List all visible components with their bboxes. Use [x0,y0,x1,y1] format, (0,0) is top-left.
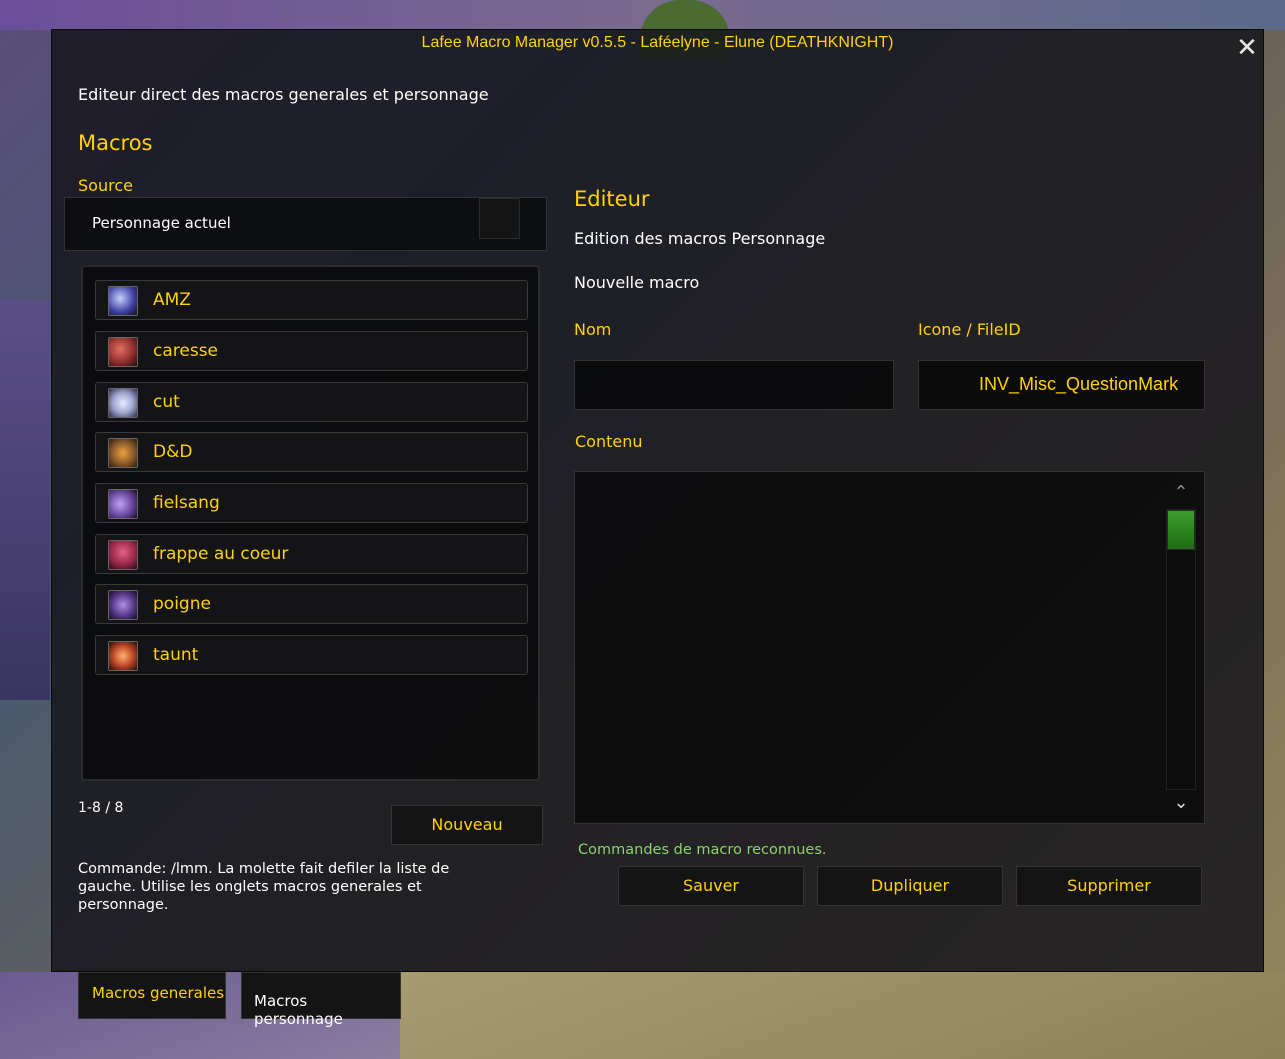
macro-label: caresse [153,341,219,361]
scrollbar-thumb[interactable] [1167,510,1195,550]
macro-label: poigne [153,594,211,614]
editor-heading: Editeur [574,187,650,211]
heart-strike-icon [108,540,138,570]
source-dropdown[interactable]: Personnage actuel [64,197,547,251]
icon-label: Icone / FileID [918,320,1021,339]
help-text: Commande: /lmm. La molette fait defiler … [78,861,450,913]
list-item[interactable]: D&D [95,432,528,472]
tab-macros-personnage[interactable]: Macros personnage [241,972,401,1028]
tab-label: Macros personnage [254,992,343,1028]
shadow-strike-icon [108,489,138,519]
duplicate-button[interactable]: Dupliquer [817,866,1003,906]
tab-macros-generales[interactable]: Macros generales [78,972,226,1019]
delete-button[interactable]: Supprimer [1016,866,1202,906]
content-label: Contenu [575,432,643,451]
macro-label: fielsang [153,493,220,513]
source-value: Personnage actuel [92,214,231,232]
tab-label: Macros generales [92,984,225,1002]
macro-label: frappe au coeur [153,544,289,564]
list-item[interactable]: taunt [95,635,528,675]
macro-list: AMZ caresse cut D&D fielsang frappe au c… [81,265,540,781]
blood-claw-icon [108,337,138,367]
frost-sphere-icon [108,388,138,418]
source-label: Source [78,176,133,195]
list-item[interactable]: frappe au coeur [95,534,528,574]
list-count: 1-8 / 8 [78,800,124,816]
scrollbar-track[interactable] [1166,509,1196,790]
macro-label: taunt [153,645,199,665]
background-bottom [400,972,1285,1059]
editor-state: Nouvelle macro [574,273,700,292]
macro-label: AMZ [153,290,191,310]
macro-label: D&D [153,442,193,462]
window-title: Lafee Macro Manager v0.5.5 - Laféelyne -… [421,34,894,51]
dark-command-icon [108,641,138,671]
name-field[interactable] [574,360,894,410]
icon-field-value: INV_Misc_QuestionMark [979,374,1179,394]
list-item[interactable]: poigne [95,584,528,624]
chevron-down-icon[interactable]: ⌄ [1167,792,1195,813]
death-and-decay-icon [108,438,138,468]
list-item[interactable]: fielsang [95,483,528,523]
chevron-up-icon[interactable]: ⌃ [1167,482,1195,503]
dropdown-toggle-button[interactable] [479,198,520,239]
close-icon[interactable]: ✕ [1235,35,1259,61]
macro-manager-window: Lafee Macro Manager v0.5.5 - Laféelyne -… [51,29,1264,972]
macros-heading: Macros [78,131,153,155]
icon-field[interactable]: INV_Misc_QuestionMark [918,360,1205,410]
page-subtitle: Editeur direct des macros generales et p… [78,85,489,104]
macro-label: cut [153,392,180,412]
new-macro-button[interactable]: Nouveau [391,805,543,845]
list-item[interactable]: cut [95,382,528,422]
content-textarea[interactable]: ⌃ ⌄ [574,471,1205,824]
grip-icon [108,590,138,620]
save-button[interactable]: Sauver [618,866,804,906]
editor-subtitle: Edition des macros Personnage [574,229,826,248]
background-pillar [0,300,50,700]
name-label: Nom [574,320,612,339]
list-item[interactable]: AMZ [95,280,528,320]
list-item[interactable]: caresse [95,331,528,371]
lightning-rune-icon [108,286,138,316]
status-message: Commandes de macro reconnues. [578,842,827,858]
